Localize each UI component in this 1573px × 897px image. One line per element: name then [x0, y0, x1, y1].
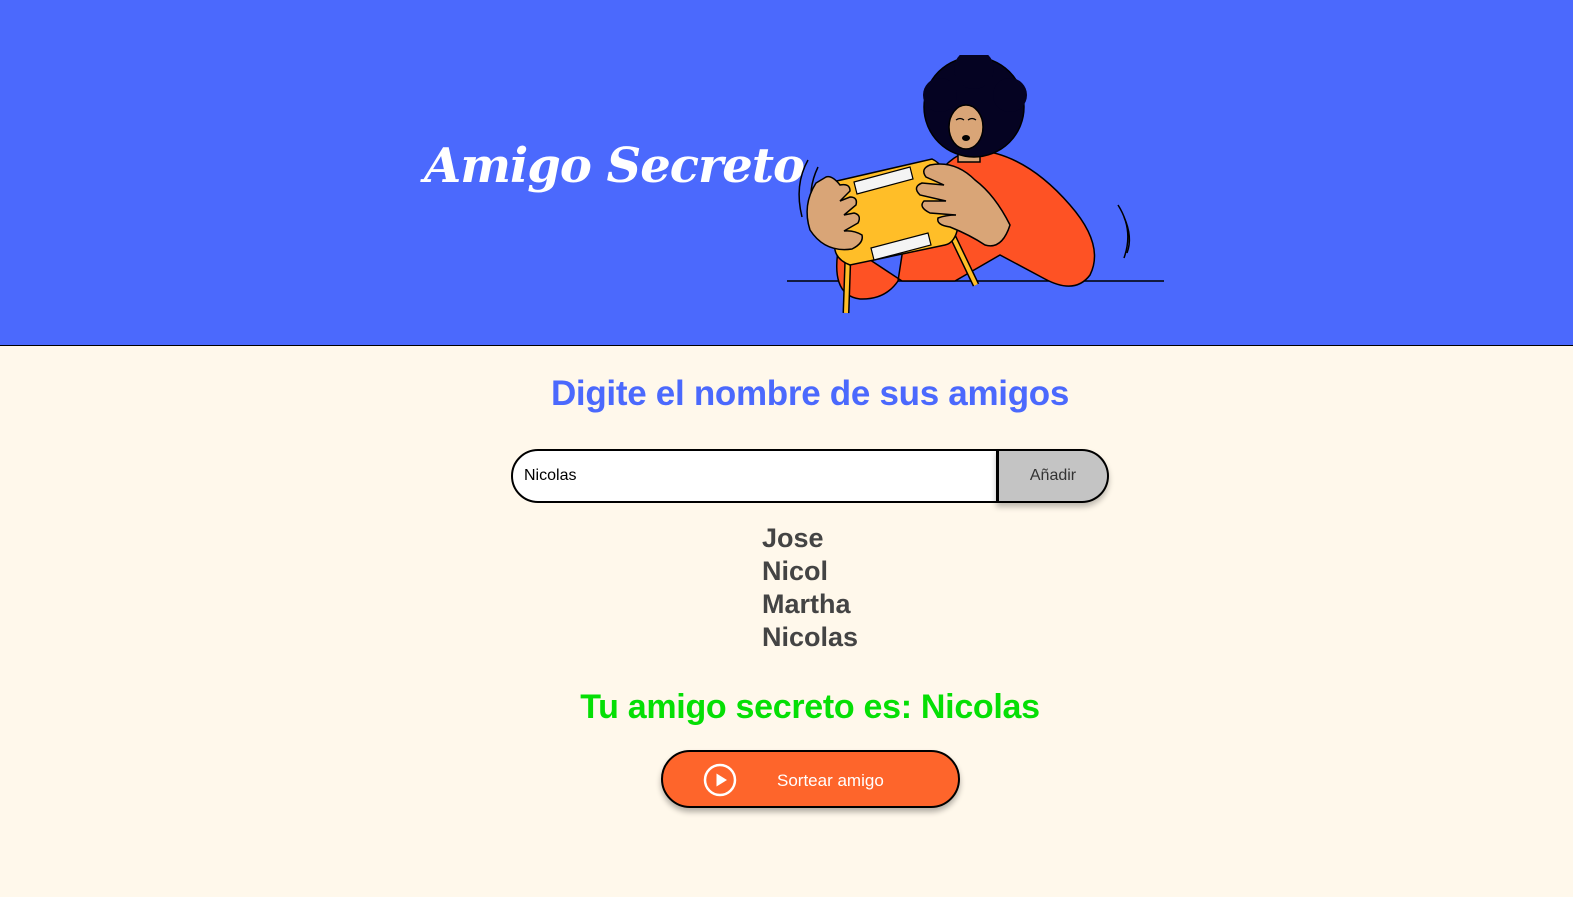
person-holding-gift-icon — [787, 55, 1164, 314]
friend-name-input[interactable] — [511, 449, 998, 503]
list-item: Nicol — [762, 556, 829, 586]
friends-list: Jose Nicol Martha Nicolas — [762, 522, 858, 654]
result-text: Tu amigo secreto es: Nicolas — [580, 688, 1040, 726]
add-friend-form: Añadir — [511, 449, 1109, 503]
add-button[interactable]: Añadir — [996, 449, 1109, 503]
app-title: Amigo Secreto — [424, 138, 805, 194]
list-item: Martha — [762, 589, 851, 619]
list-item: Jose — [762, 523, 824, 553]
draw-button-label: Sortear amigo — [777, 771, 884, 790]
main-heading: Digite el nombre de sus amigos — [550, 374, 1070, 413]
list-item: Nicolas — [762, 622, 859, 652]
header-banner: Amigo Secreto — [0, 0, 1573, 346]
draw-friend-button[interactable]: Sortear amigo — [661, 750, 960, 808]
play-circle-icon — [703, 763, 737, 797]
